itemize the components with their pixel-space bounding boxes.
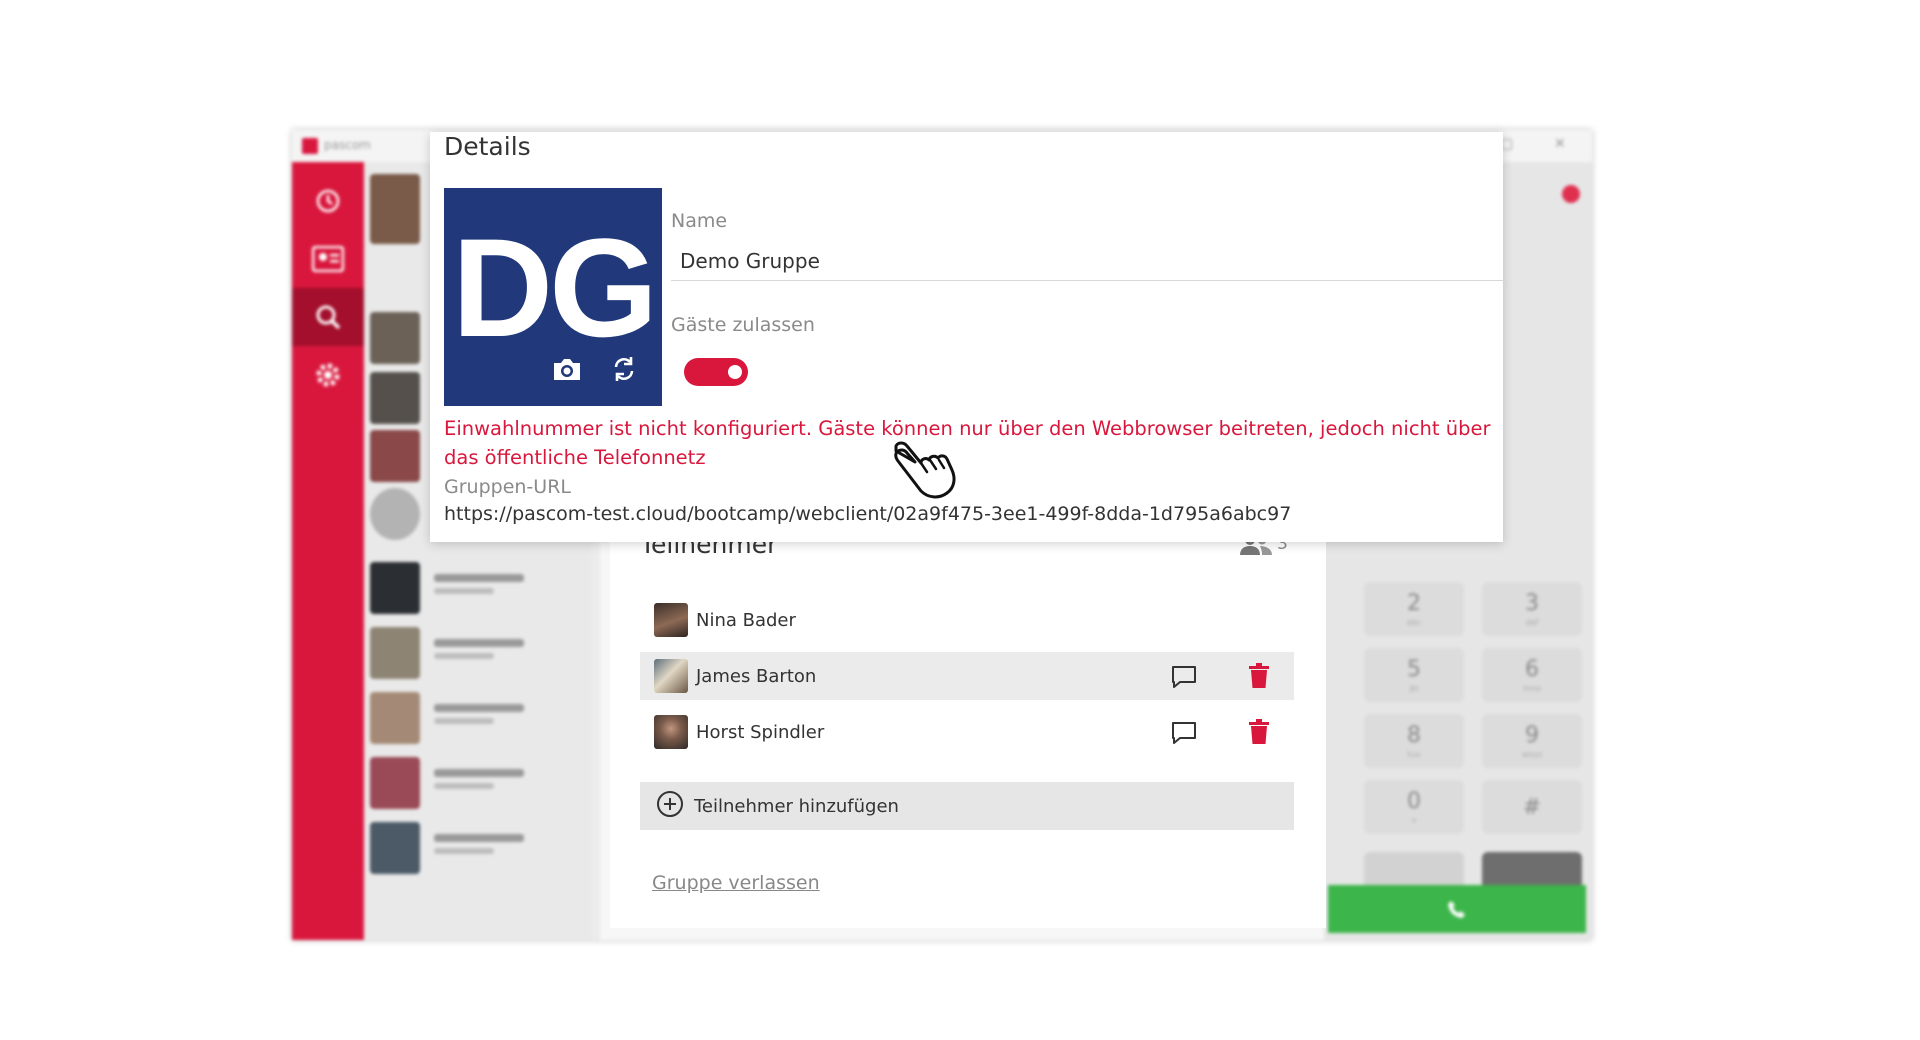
contact-avatar (370, 822, 420, 874)
chat-icon[interactable] (1170, 720, 1198, 750)
add-participant-button[interactable]: Teilnehmer hinzufügen (640, 782, 1294, 830)
nav-rail (292, 162, 364, 940)
participant-row[interactable]: James Barton (640, 652, 1294, 700)
contacts-icon[interactable] (292, 230, 364, 288)
dialpad-key[interactable]: 5 jkl (1364, 648, 1464, 702)
call-button[interactable] (1328, 885, 1586, 933)
toggle-knob (728, 365, 742, 379)
contact-avatar (370, 757, 420, 809)
add-participant-label: Teilnehmer hinzufügen (694, 795, 899, 817)
app-logo-icon (302, 138, 318, 154)
app-logo-text: pascom (324, 138, 371, 152)
dialog-title: Details (444, 132, 531, 161)
contact-avatar (370, 488, 420, 540)
allow-guests-toggle[interactable] (684, 358, 748, 386)
avatar-initials: DG (452, 209, 658, 366)
avatar (654, 603, 688, 637)
avatar (654, 659, 688, 693)
chat-icon[interactable] (1170, 664, 1198, 694)
add-circle-icon (656, 790, 684, 822)
gear-icon[interactable] (292, 346, 364, 404)
contact-text (434, 704, 554, 724)
group-url-label: Gruppen-URL (444, 476, 571, 498)
dialpad-key[interactable]: 2 abc (1364, 582, 1464, 636)
dialpad-key[interactable]: 3 def (1482, 582, 1582, 636)
name-input[interactable] (671, 242, 1508, 281)
participant-row[interactable]: Horst Spindler (640, 708, 1294, 756)
trash-icon[interactable] (1248, 663, 1270, 693)
participant-name: Horst Spindler (696, 721, 825, 743)
history-icon[interactable] (292, 172, 364, 230)
search-icon[interactable] (292, 288, 364, 346)
dialpad-key[interactable]: 0 + (1364, 780, 1464, 834)
contact-avatar (370, 312, 420, 364)
contact-avatar (370, 627, 420, 679)
hand-cursor-icon (890, 438, 964, 510)
name-label: Name (671, 210, 728, 232)
contact-text (434, 574, 554, 594)
dialpad-key[interactable]: 6 mno (1482, 648, 1582, 702)
participant-name: James Barton (696, 665, 817, 687)
close-window-button[interactable]: ✕ (1554, 136, 1566, 152)
group-url-value[interactable]: https://pascom-test.cloud/bootcamp/webcl… (444, 503, 1291, 525)
settings-badge-icon (1562, 185, 1580, 203)
contact-avatar (370, 562, 420, 614)
avatar (654, 715, 688, 749)
group-avatar[interactable]: DG (444, 188, 662, 406)
contact-avatar (370, 692, 420, 744)
trash-icon[interactable] (1248, 719, 1270, 749)
contact-avatar (370, 430, 420, 482)
dial-in-warning: Einwahlnummer ist nicht konfiguriert. Gä… (444, 417, 1491, 469)
refresh-icon[interactable] (610, 354, 638, 388)
contact-avatar (370, 372, 420, 424)
leave-group-link[interactable]: Gruppe verlassen (652, 872, 820, 894)
dialpad-key[interactable]: 8 tuv (1364, 714, 1464, 768)
contact-avatar (370, 174, 420, 244)
participant-row[interactable]: Nina Bader (640, 596, 1294, 644)
contact-text (434, 769, 554, 789)
details-dialog: Details DG Name Gäste zulassen Einwahlnu… (430, 132, 1508, 542)
participant-name: Nina Bader (696, 609, 796, 631)
dialpad-key[interactable]: 9 wxyz (1482, 714, 1582, 768)
contact-text (434, 639, 554, 659)
dialpad-key[interactable]: # (1482, 780, 1582, 834)
contact-text (434, 834, 554, 854)
camera-icon[interactable] (552, 356, 582, 386)
allow-guests-label: Gäste zulassen (671, 314, 815, 336)
